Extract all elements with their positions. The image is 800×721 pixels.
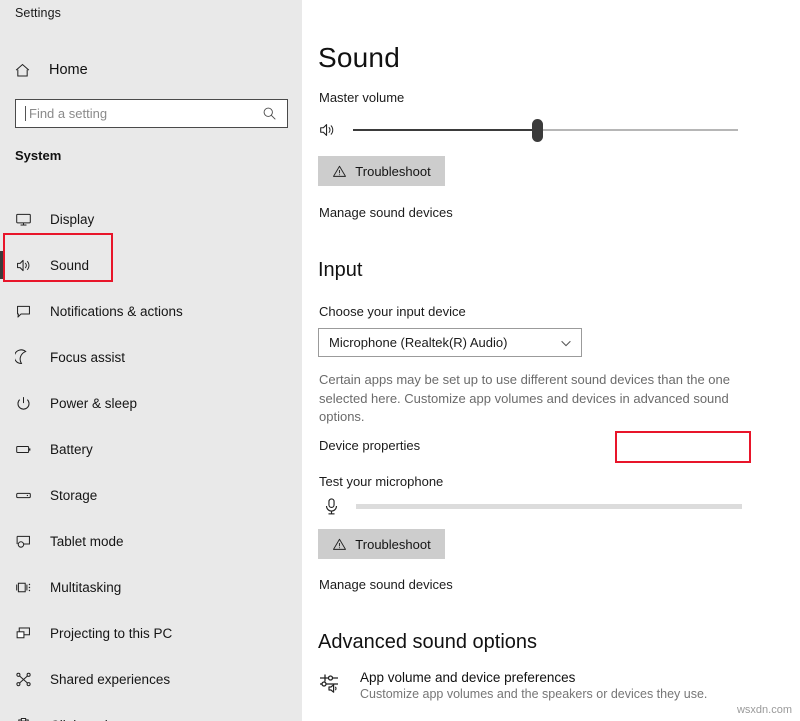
slider-thumb[interactable]: [532, 118, 544, 142]
sidebar-item-display-label: Display: [50, 211, 95, 227]
app-volume-preferences-item[interactable]: App volume and device preferences Custom…: [318, 670, 748, 701]
sidebar-item-display[interactable]: Display: [0, 196, 302, 242]
sidebar-item-clipboard[interactable]: Clipboard: [0, 702, 302, 721]
main-content: Sound Master volume 48: [302, 0, 800, 721]
sidebar-item-notifications[interactable]: Notifications & actions: [0, 288, 302, 334]
manage-sound-devices-output-link[interactable]: Manage sound devices: [319, 205, 453, 220]
troubleshoot-input-button[interactable]: Troubleshoot: [318, 529, 445, 559]
watermark: wsxdn.com: [736, 704, 792, 716]
troubleshoot-output-button[interactable]: Troubleshoot: [318, 156, 445, 186]
master-volume-slider[interactable]: [353, 118, 738, 142]
mixer-icon: [318, 670, 352, 695]
troubleshoot-input-label: Troubleshoot: [355, 536, 431, 552]
manage-sound-devices-input-link[interactable]: Manage sound devices: [319, 577, 453, 592]
search-box[interactable]: [15, 99, 288, 128]
microphone-icon: [318, 497, 344, 516]
chevron-down-icon: [559, 336, 573, 350]
troubleshoot-output-label: Troubleshoot: [355, 163, 431, 179]
app-volume-text: App volume and device preferences Custom…: [360, 670, 707, 701]
input-section-heading: Input: [318, 259, 363, 281]
sidebar-item-multitasking-label: Multitasking: [50, 579, 122, 595]
slider-fill: [353, 129, 538, 131]
sidebar-item-home[interactable]: Home: [14, 56, 288, 84]
sidebar-nav: Display Sound Notifications & actions Fo…: [0, 196, 302, 721]
power-icon: [15, 395, 41, 412]
home-icon: [14, 62, 42, 79]
sidebar-item-tablet-mode[interactable]: Tablet mode: [0, 518, 302, 564]
sidebar-item-shared-experiences-label: Shared experiences: [50, 671, 171, 687]
choose-input-device-label: Choose your input device: [319, 304, 466, 319]
sidebar-item-power-sleep[interactable]: Power & sleep: [0, 380, 302, 426]
device-properties-link[interactable]: Device properties: [319, 438, 420, 453]
sidebar-item-storage[interactable]: Storage: [0, 472, 302, 518]
sidebar-item-home-label: Home: [49, 62, 88, 78]
share-icon: [15, 671, 41, 688]
advanced-sound-options-heading: Advanced sound options: [318, 631, 538, 653]
sidebar-item-tablet-mode-label: Tablet mode: [50, 533, 124, 549]
tablet-icon: [15, 533, 41, 550]
warning-icon: [332, 164, 347, 179]
sidebar-item-sound[interactable]: Sound: [0, 242, 302, 288]
microphone-level-bar: [356, 503, 742, 509]
sidebar-item-battery-label: Battery: [50, 441, 93, 457]
input-device-select[interactable]: Microphone (Realtek(R) Audio): [318, 328, 582, 357]
app-volume-subtitle: Customize app volumes and the speakers o…: [360, 687, 708, 701]
microphone-level-row: [318, 492, 742, 520]
master-volume-label: Master volume: [319, 90, 405, 105]
speaker-icon: [15, 257, 41, 274]
sidebar-item-projecting[interactable]: Projecting to this PC: [0, 610, 302, 656]
sidebar-item-shared-experiences[interactable]: Shared experiences: [0, 656, 302, 702]
clipboard-icon: [15, 717, 41, 721]
search-icon[interactable]: [262, 106, 281, 121]
sidebar-item-focus-assist[interactable]: Focus assist: [0, 334, 302, 380]
input-device-value: Microphone (Realtek(R) Audio): [329, 335, 508, 350]
test-microphone-label: Test your microphone: [319, 474, 444, 489]
multitasking-icon: [15, 579, 41, 596]
sidebar-item-multitasking[interactable]: Multitasking: [0, 564, 302, 610]
page-title: Sound: [318, 42, 400, 73]
sidebar-item-notifications-label: Notifications & actions: [50, 303, 183, 319]
input-device-description: Certain apps may be set up to use differ…: [319, 372, 730, 424]
master-volume-row: [318, 116, 738, 144]
highlight-box-device-properties: [615, 431, 751, 463]
sidebar-section-label: System: [15, 148, 62, 163]
battery-icon: [15, 441, 41, 458]
storage-icon: [15, 487, 41, 504]
sidebar-item-focus-assist-label: Focus assist: [50, 349, 126, 365]
speaker-icon[interactable]: [318, 121, 344, 139]
sidebar-item-projecting-label: Projecting to this PC: [50, 625, 173, 641]
warning-icon: [332, 537, 347, 552]
sidebar-item-storage-label: Storage: [50, 487, 98, 503]
sidebar-item-sound-label: Sound: [50, 257, 90, 273]
app-volume-title: App volume and device preferences: [360, 670, 576, 685]
app-title: Settings: [15, 6, 61, 20]
projecting-icon: [15, 625, 41, 642]
moon-icon: [15, 348, 41, 366]
settings-window: Settings Home System: [0, 0, 800, 721]
monitor-icon: [15, 211, 41, 228]
search-input[interactable]: [26, 106, 262, 121]
sidebar-item-battery[interactable]: Battery: [0, 426, 302, 472]
sidebar: Settings Home System: [0, 0, 302, 721]
sidebar-item-power-sleep-label: Power & sleep: [50, 395, 138, 411]
sidebar-item-clipboard-label: Clipboard: [50, 718, 108, 721]
chat-bubble-icon: [15, 303, 41, 320]
